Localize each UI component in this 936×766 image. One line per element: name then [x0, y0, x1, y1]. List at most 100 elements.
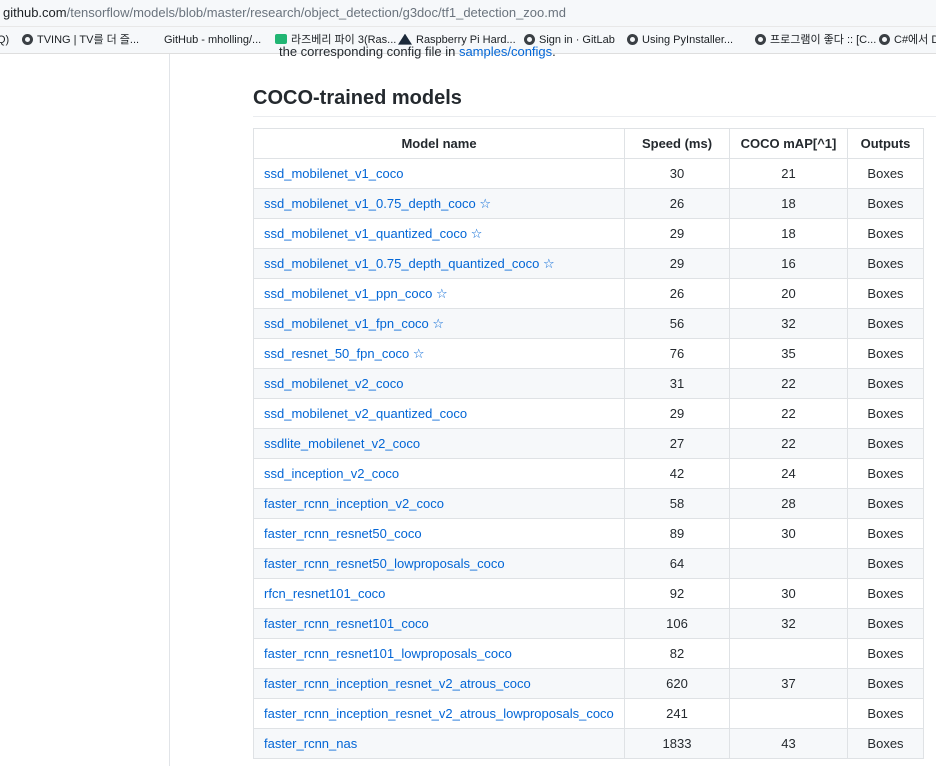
- model-link[interactable]: ssd_mobilenet_v2_coco: [264, 376, 403, 391]
- coco-map-cell: 28: [729, 488, 848, 519]
- bookmark-label: TVING | TV를 더 즐...: [37, 34, 140, 46]
- table-row: ssdlite_mobilenet_v2_coco 27 22 Boxes: [253, 428, 924, 459]
- model-link[interactable]: ssd_mobilenet_v1_coco: [264, 166, 403, 181]
- coco-map-cell: [729, 548, 848, 579]
- model-link[interactable]: ssd_mobilenet_v1_0.75_depth_coco ☆: [264, 196, 491, 211]
- table-row: faster_rcnn_resnet50_lowproposals_coco 64…: [253, 548, 924, 579]
- model-link[interactable]: ssd_mobilenet_v1_fpn_coco ☆: [264, 316, 444, 331]
- raspberry-pi-icon: [398, 33, 412, 45]
- model-link[interactable]: faster_rcnn_resnet50_coco: [264, 526, 422, 541]
- bookmark-item[interactable]: Using PyInstaller...: [627, 27, 733, 53]
- model-link[interactable]: faster_rcnn_nas: [264, 736, 357, 751]
- coco-map-cell: 20: [729, 278, 848, 309]
- address-bar[interactable]: github.com/tensorflow/models/blob/master…: [0, 0, 936, 27]
- coco-map-cell: 22: [729, 398, 848, 429]
- green-square-icon: [275, 34, 287, 45]
- speed-cell: 26: [624, 278, 730, 309]
- coco-map-cell: 37: [729, 668, 848, 699]
- model-name-cell: ssd_resnet_50_fpn_coco ☆: [253, 338, 625, 369]
- speed-cell: 42: [624, 458, 730, 489]
- outputs-cell: Boxes: [847, 548, 924, 579]
- model-link[interactable]: rfcn_resnet101_coco: [264, 586, 385, 601]
- globe-icon: [879, 33, 890, 45]
- samples-configs-link[interactable]: samples/configs: [459, 44, 552, 59]
- bookmark-item[interactable]: C#에서 D: [879, 27, 936, 53]
- speed-cell: 30: [624, 158, 730, 189]
- outputs-cell: Boxes: [847, 668, 924, 699]
- speed-cell: 106: [624, 608, 730, 639]
- outputs-cell: Boxes: [847, 698, 924, 729]
- model-name-cell: faster_rcnn_resnet50_lowproposals_coco: [253, 548, 625, 579]
- coco-map-cell: 18: [729, 218, 848, 249]
- table-row: faster_rcnn_nas 1833 43 Boxes: [253, 728, 924, 759]
- bookmark-label: GitHub - mholling/...: [164, 34, 262, 46]
- speed-cell: 29: [624, 398, 730, 429]
- bookmark-label: C#에서 D: [894, 34, 936, 46]
- table-row: faster_rcnn_resnet101_lowproposals_coco 8…: [253, 638, 924, 669]
- model-name-cell: ssd_mobilenet_v2_coco: [253, 368, 625, 399]
- sidebar-divider: [169, 54, 170, 766]
- model-link[interactable]: ssdlite_mobilenet_v2_coco: [264, 436, 420, 451]
- section-heading: COCO-trained models: [253, 84, 936, 117]
- coco-map-cell: 32: [729, 308, 848, 339]
- outputs-cell: Boxes: [847, 518, 924, 549]
- outputs-cell: Boxes: [847, 248, 924, 279]
- outputs-cell: Boxes: [847, 428, 924, 459]
- globe-icon: [627, 33, 638, 45]
- model-name-cell: ssd_mobilenet_v1_fpn_coco ☆: [253, 308, 625, 339]
- outputs-cell: Boxes: [847, 188, 924, 219]
- model-link[interactable]: ssd_mobilenet_v1_quantized_coco ☆: [264, 226, 482, 241]
- speed-cell: 89: [624, 518, 730, 549]
- model-link[interactable]: faster_rcnn_inception_resnet_v2_atrous_c…: [264, 676, 531, 691]
- model-link[interactable]: ssd_resnet_50_fpn_coco ☆: [264, 346, 425, 361]
- model-link[interactable]: faster_rcnn_resnet101_coco: [264, 616, 429, 631]
- globe-icon: [524, 33, 535, 45]
- model-link[interactable]: ssd_inception_v2_coco: [264, 466, 399, 481]
- coco-map-cell: 35: [729, 338, 848, 369]
- model-link[interactable]: faster_rcnn_resnet50_lowproposals_coco: [264, 556, 505, 571]
- bookmark-item[interactable]: TVING | TV를 더 즐...: [22, 27, 139, 53]
- coco-map-cell: 30: [729, 518, 848, 549]
- outputs-cell: Boxes: [847, 458, 924, 489]
- outputs-cell: Boxes: [847, 398, 924, 429]
- bookmark-label: 프로그램이 좋다 :: [C...: [770, 34, 877, 46]
- coco-map-cell: 22: [729, 368, 848, 399]
- model-link[interactable]: ssd_mobilenet_v1_0.75_depth_quantized_co…: [264, 256, 555, 271]
- models-table: Model name Speed (ms) COCO mAP[^1] Outpu…: [253, 128, 924, 759]
- table-row: ssd_mobilenet_v1_coco 30 21 Boxes: [253, 158, 924, 189]
- coco-map-cell: 30: [729, 578, 848, 609]
- bookmark-item[interactable]: GitHub - mholling/...: [164, 27, 261, 53]
- bookmark-item[interactable]: Q): [0, 27, 9, 53]
- header-outputs: Outputs: [847, 128, 924, 159]
- model-name-cell: faster_rcnn_inception_resnet_v2_atrous_c…: [253, 668, 625, 699]
- model-link[interactable]: ssd_mobilenet_v1_ppn_coco ☆: [264, 286, 448, 301]
- speed-cell: 241: [624, 698, 730, 729]
- model-link[interactable]: faster_rcnn_inception_v2_coco: [264, 496, 444, 511]
- outputs-cell: Boxes: [847, 368, 924, 399]
- model-name-cell: faster_rcnn_inception_v2_coco: [253, 488, 625, 519]
- bookmark-item[interactable]: 프로그램이 좋다 :: [C...: [755, 27, 876, 53]
- url-host: github.com: [3, 5, 67, 20]
- url-path: /tensorflow/models/blob/master/research/…: [66, 5, 566, 20]
- speed-cell: 82: [624, 638, 730, 669]
- table-row: faster_rcnn_inception_resnet_v2_atrous_c…: [253, 668, 924, 699]
- table-row: faster_rcnn_resnet101_coco 106 32 Boxes: [253, 608, 924, 639]
- model-name-cell: faster_rcnn_resnet101_lowproposals_coco: [253, 638, 625, 669]
- model-name-cell: ssd_mobilenet_v1_0.75_depth_coco ☆: [253, 188, 625, 219]
- coco-map-cell: 18: [729, 188, 848, 219]
- model-link[interactable]: faster_rcnn_inception_resnet_v2_atrous_l…: [264, 706, 614, 721]
- model-name-cell: ssd_inception_v2_coco: [253, 458, 625, 489]
- model-link[interactable]: faster_rcnn_resnet101_lowproposals_coco: [264, 646, 512, 661]
- model-link[interactable]: ssd_mobilenet_v2_quantized_coco: [264, 406, 467, 421]
- header-coco-map: COCO mAP[^1]: [729, 128, 848, 159]
- model-name-cell: faster_rcnn_inception_resnet_v2_atrous_l…: [253, 698, 625, 729]
- table-row: ssd_mobilenet_v1_ppn_coco ☆ 26 20 Boxes: [253, 278, 924, 309]
- outputs-cell: Boxes: [847, 578, 924, 609]
- coco-map-cell: 16: [729, 248, 848, 279]
- outputs-cell: Boxes: [847, 218, 924, 249]
- bookmark-label: Q): [0, 34, 10, 46]
- coco-map-cell: 32: [729, 608, 848, 639]
- table-row: ssd_mobilenet_v1_0.75_depth_coco ☆ 26 18 Bo…: [253, 188, 924, 219]
- coco-map-cell: [729, 698, 848, 729]
- globe-icon: [22, 33, 33, 45]
